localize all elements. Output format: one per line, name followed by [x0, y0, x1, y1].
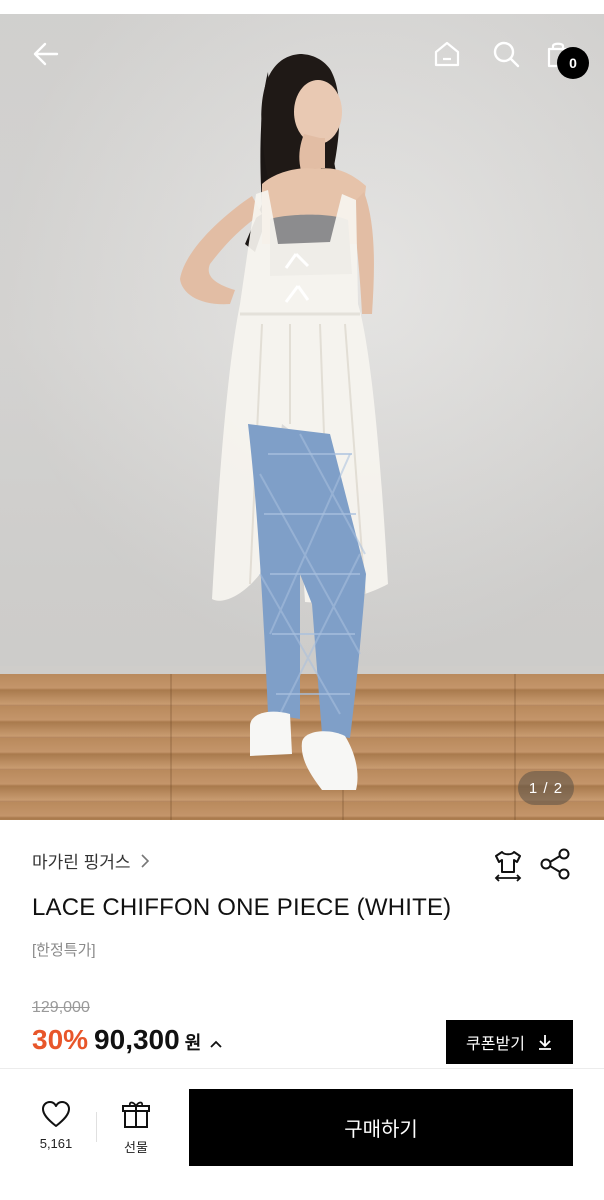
buy-button[interactable]: 구매하기 — [189, 1089, 573, 1166]
download-icon — [538, 1035, 551, 1050]
home-icon — [434, 41, 460, 67]
gift-label: 선물 — [124, 1140, 148, 1155]
bottom-divider — [96, 1112, 97, 1142]
like-count: 5,161 — [39, 1136, 73, 1151]
search-button[interactable] — [486, 34, 526, 74]
tshirt-size-icon[interactable] — [490, 846, 526, 882]
brand-name: 마가린 핑거스 — [32, 853, 131, 872]
product-image[interactable] — [0, 14, 604, 820]
gift-icon — [122, 1101, 150, 1128]
status-strip — [0, 0, 604, 14]
discount-rate: 30% — [32, 1024, 89, 1055]
model-figure — [180, 54, 388, 790]
brand-link[interactable]: 마가린 핑거스 — [32, 848, 151, 873]
product-title: LACE CHIFFON ONE PIECE (WHITE) — [32, 894, 452, 921]
search-icon — [493, 41, 520, 68]
promo-tag: [한정특가] — [32, 942, 96, 959]
coupon-label: 쿠폰받기 — [466, 1036, 525, 1053]
back-button[interactable] — [26, 34, 66, 74]
share-icon[interactable] — [538, 846, 572, 882]
original-price: 129,000 — [32, 999, 90, 1016]
sale-price: 90,300 — [94, 1024, 180, 1055]
coupon-button[interactable]: 쿠폰받기 — [446, 1020, 573, 1064]
like-button[interactable]: 5,161 — [30, 1100, 82, 1160]
currency-unit: 원 — [184, 1033, 202, 1053]
heart-icon — [42, 1101, 70, 1127]
gift-button[interactable]: 선물 — [111, 1100, 161, 1160]
price-row[interactable]: 30% 90,300 원 — [32, 1024, 223, 1056]
image-page-indicator: 1 / 2 — [518, 771, 574, 805]
cart-count-badge: 0 — [557, 47, 589, 79]
home-button[interactable] — [427, 34, 467, 74]
chevron-up-icon — [210, 1040, 222, 1048]
arrow-left-icon — [33, 42, 59, 66]
chevron-right-icon — [141, 853, 149, 868]
